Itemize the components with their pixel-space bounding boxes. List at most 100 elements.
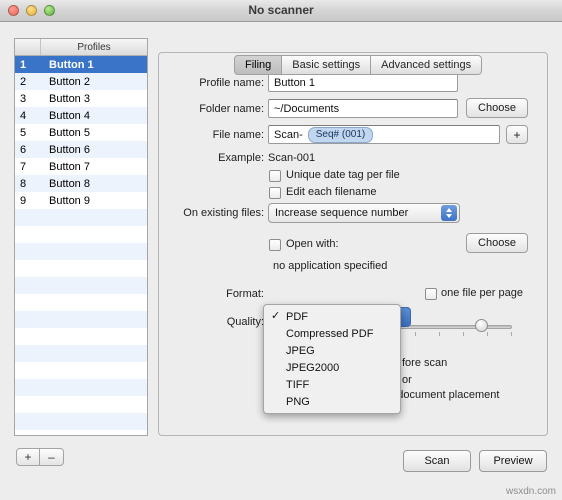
profile-row-empty <box>15 379 147 396</box>
unique-date-tag-label: Unique date tag per file <box>286 169 400 181</box>
profile-row-number: 7 <box>20 160 27 173</box>
format-menu-item-label: TIFF <box>286 378 310 391</box>
profile-row-number: 9 <box>20 194 27 207</box>
folder-name-label: Folder name: <box>199 103 264 115</box>
or-option-label: or <box>402 374 412 386</box>
file-name-input[interactable]: Scan- Seq# (001) <box>268 125 500 144</box>
profile-row[interactable]: 8 Button 8 <box>15 175 147 192</box>
settings-tabs: Filing Basic settings Advanced settings <box>234 55 483 75</box>
profile-row-empty <box>15 260 147 277</box>
open-with-label: Open with: <box>286 238 339 250</box>
profile-row-name: Button 6 <box>49 143 90 156</box>
profiles-list[interactable]: Profiles 1 Button 1 2 Button 2 3 Button 3 4 But… <box>14 38 148 436</box>
quality-slider-knob[interactable] <box>475 319 488 332</box>
window-body: Profiles 1 Button 1 2 Button 2 3 Button 3 4 But… <box>0 22 562 500</box>
profile-row-number: 8 <box>20 177 27 190</box>
profile-row-number: 4 <box>20 109 27 122</box>
quality-label: Quality: <box>226 316 264 328</box>
profile-row-number: 3 <box>20 92 27 105</box>
profile-row-empty <box>15 226 147 243</box>
format-menu-item-label: PDF <box>286 310 308 323</box>
file-name-sequence-token[interactable]: Seq# (001) <box>307 126 374 143</box>
profiles-add-remove-group: + – <box>16 448 64 466</box>
profile-row-name: Button 4 <box>49 109 90 122</box>
profile-row-number: 5 <box>20 126 27 139</box>
profile-row[interactable]: 6 Button 6 <box>15 141 147 158</box>
open-with-choose-button[interactable]: Choose <box>466 233 528 253</box>
format-dropdown-menu[interactable]: ✓ PDF Compressed PDF JPEG JPEG2000 TIFF PNG <box>263 304 401 414</box>
checkmark-icon: ✓ <box>271 310 281 322</box>
profiles-column-name: Profiles <box>77 41 111 53</box>
tab-advanced-settings[interactable]: Advanced settings <box>371 55 483 75</box>
format-menu-item-label: Compressed PDF <box>286 327 374 340</box>
folder-name-input[interactable]: ~/Documents <box>268 99 458 118</box>
scan-button[interactable]: Scan <box>403 450 471 472</box>
profile-row[interactable]: 5 Button 5 <box>15 124 147 141</box>
profile-row[interactable]: 7 Button 7 <box>15 158 147 175</box>
format-menu-item[interactable]: Compressed PDF <box>264 325 400 342</box>
file-name-add-token-button[interactable]: + <box>506 125 528 144</box>
watermark: wsxdn.com <box>505 486 556 497</box>
on-existing-files-value: Increase sequence number <box>275 207 409 219</box>
profile-row-empty <box>15 311 147 328</box>
profile-row-name: Button 5 <box>49 126 90 139</box>
profile-name-input[interactable]: Button 1 <box>268 73 458 92</box>
remove-profile-button[interactable]: – <box>40 448 64 466</box>
profile-row[interactable]: 4 Button 4 <box>15 107 147 124</box>
profile-row[interactable]: 2 Button 2 <box>15 73 147 90</box>
profile-row-name: Button 7 <box>49 160 90 173</box>
profile-row-name: Button 8 <box>49 177 90 190</box>
one-file-per-page-label: one file per page <box>441 287 523 299</box>
format-menu-item[interactable]: JPEG <box>264 342 400 359</box>
example-value: Scan-001 <box>268 152 316 164</box>
profile-row-empty <box>15 209 147 226</box>
profile-row-name: Button 1 <box>49 58 94 71</box>
profile-row[interactable]: 9 Button 9 <box>15 192 147 209</box>
format-menu-item[interactable]: PNG <box>264 393 400 410</box>
format-label: Format: <box>226 288 264 300</box>
tab-filing[interactable]: Filing <box>234 55 283 75</box>
profiles-column-number <box>15 39 41 55</box>
file-name-prefix: Scan- <box>274 128 303 141</box>
file-name-label: File name: <box>212 129 264 141</box>
folder-choose-button[interactable]: Choose <box>466 98 528 118</box>
profile-row-empty <box>15 396 147 413</box>
add-profile-button[interactable]: + <box>16 448 40 466</box>
profile-row[interactable]: 3 Button 3 <box>15 90 147 107</box>
format-menu-item[interactable]: TIFF <box>264 376 400 393</box>
profile-row-empty <box>15 362 147 379</box>
edit-each-filename-label: Edit each filename <box>286 186 377 198</box>
profile-row-empty <box>15 328 147 345</box>
tab-basic-settings[interactable]: Basic settings <box>282 55 372 75</box>
format-menu-item-label: JPEG2000 <box>286 361 340 374</box>
format-menu-item-label: JPEG <box>286 344 315 357</box>
profiles-list-header: Profiles <box>15 39 147 56</box>
profile-row-number: 1 <box>20 58 27 71</box>
format-menu-item[interactable]: JPEG2000 <box>264 359 400 376</box>
profile-row-name: Button 9 <box>49 194 90 207</box>
no-application-text: no application specified <box>273 260 388 272</box>
preview-button[interactable]: Preview <box>479 450 547 472</box>
profile-row-empty <box>15 345 147 362</box>
profile-row-empty <box>15 294 147 311</box>
format-menu-item[interactable]: ✓ PDF <box>264 308 400 325</box>
profile-name-label: Profile name: <box>199 77 264 89</box>
one-file-per-page-checkbox[interactable] <box>425 288 437 300</box>
before-scan-option-label: fore scan <box>402 357 448 369</box>
window-titlebar: No scanner <box>0 0 562 22</box>
format-menu-item-label: PNG <box>286 395 310 408</box>
profile-row-name: Button 3 <box>49 92 90 105</box>
profile-row-name: Button 2 <box>49 75 90 88</box>
example-label: Example: <box>218 152 264 164</box>
edit-each-filename-checkbox[interactable] <box>269 187 281 199</box>
scanner-window: No scanner Profiles 1 Button 1 2 Button 2 3 B… <box>0 0 562 500</box>
profile-row-number: 2 <box>20 75 27 88</box>
window-title: No scanner <box>248 3 314 17</box>
open-with-checkbox[interactable] <box>269 239 281 251</box>
profile-row-number: 6 <box>20 143 27 156</box>
profile-row-empty <box>15 413 147 430</box>
unique-date-tag-checkbox[interactable] <box>269 170 281 182</box>
on-existing-files-select[interactable]: Increase sequence number <box>268 203 460 223</box>
profile-row[interactable]: 1 Button 1 <box>15 56 147 73</box>
stepper-arrows-icon <box>441 205 457 221</box>
